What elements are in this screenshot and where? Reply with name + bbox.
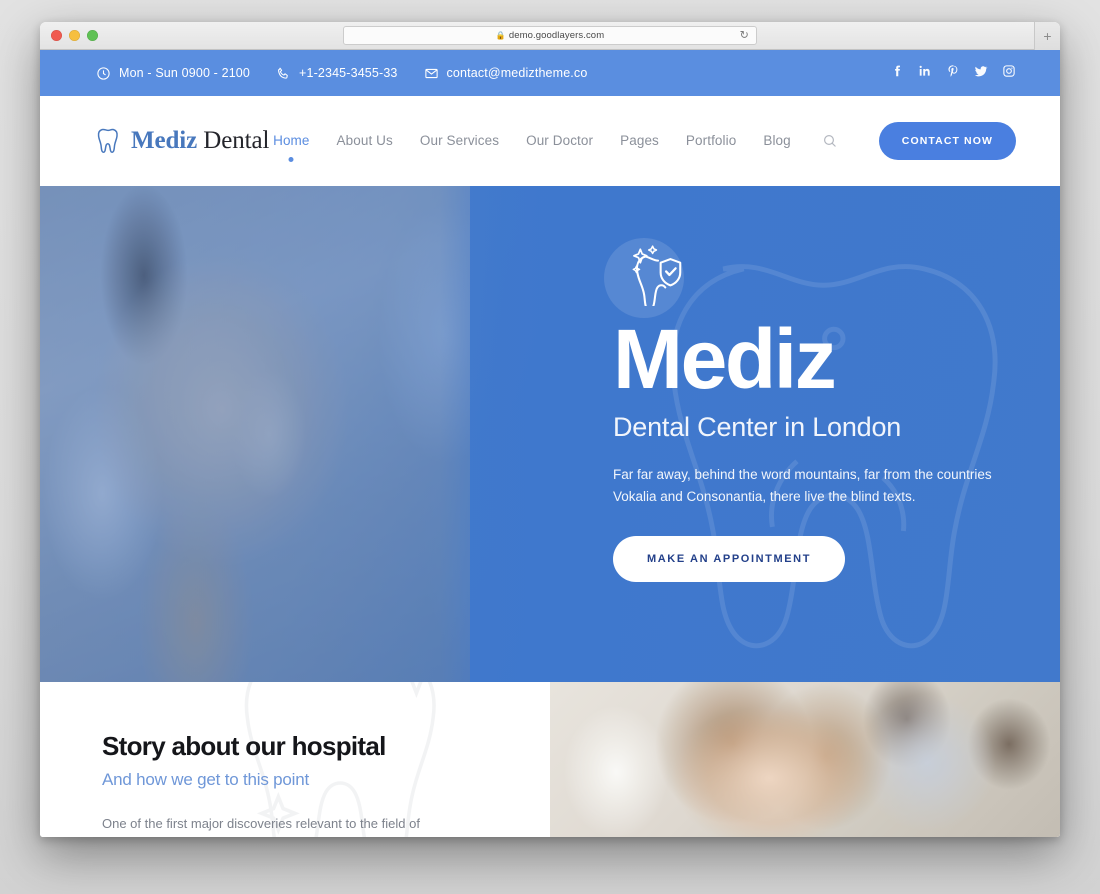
hero-content: Mediz Dental Center in London Far far aw… — [604, 238, 1013, 582]
story-text-column: Story about our hospital And how we get … — [40, 682, 550, 837]
window-traffic-lights — [40, 30, 98, 41]
contact-now-button[interactable]: CONTACT NOW — [878, 122, 1016, 160]
reload-icon[interactable]: ↻ — [740, 30, 749, 41]
browser-chrome-bar: 🔒 demo.goodlayers.com ↻ + — [40, 22, 1060, 50]
nav-item-blog[interactable]: Blog — [763, 133, 790, 150]
story-photo — [550, 682, 1060, 837]
opening-hours: Mon - Sun 0900 - 2100 — [96, 66, 250, 81]
main-navigation: Home About Us Our Services Our Doctor Pa… — [273, 122, 1016, 160]
nav-item-our-doctor[interactable]: Our Doctor — [526, 133, 593, 150]
new-tab-button[interactable]: + — [1034, 22, 1060, 50]
nav-item-about-us[interactable]: About Us — [337, 133, 393, 150]
site-header: Mediz Dental Home About Us Our Services … — [40, 96, 1060, 186]
nav-item-pages[interactable]: Pages — [620, 133, 659, 150]
social-links — [890, 64, 1016, 83]
tooth-icon — [97, 128, 118, 153]
minimize-window-button[interactable] — [69, 30, 80, 41]
linkedin-icon[interactable] — [918, 64, 932, 83]
close-window-button[interactable] — [51, 30, 62, 41]
site-logo[interactable]: Mediz Dental — [96, 125, 269, 157]
hero-title: Mediz — [613, 312, 837, 406]
lock-icon: 🔒 — [495, 31, 506, 40]
pinterest-icon[interactable] — [946, 64, 960, 83]
instagram-icon[interactable] — [1002, 64, 1016, 83]
facebook-icon[interactable] — [890, 64, 904, 83]
email-address[interactable]: contact@mediztheme.co — [424, 66, 588, 81]
story-subtitle: And how we get to this point — [102, 770, 310, 789]
phone-icon — [278, 67, 288, 79]
top-info-contacts: Mon - Sun 0900 - 2100 +1-2345-3455-33 co… — [96, 66, 587, 81]
browser-window: 🔒 demo.goodlayers.com ↻ + Mon - Sun 0900… — [40, 22, 1060, 837]
phone-number-text: +1-2345-3455-33 — [299, 66, 398, 80]
address-bar[interactable]: 🔒 demo.goodlayers.com ↻ — [343, 26, 757, 45]
top-info-bar: Mon - Sun 0900 - 2100 +1-2345-3455-33 co… — [40, 50, 1060, 96]
search-icon[interactable] — [822, 133, 838, 149]
nav-item-our-services[interactable]: Our Services — [420, 133, 499, 150]
site-viewport: Mon - Sun 0900 - 2100 +1-2345-3455-33 co… — [40, 50, 1060, 837]
opening-hours-text: Mon - Sun 0900 - 2100 — [119, 66, 251, 80]
make-an-appointment-button[interactable]: MAKE AN APPOINTMENT — [613, 535, 846, 582]
phone-number[interactable]: +1-2345-3455-33 — [276, 66, 398, 81]
nav-item-home[interactable]: Home — [273, 133, 309, 150]
hero-subtitle: Dental Center in London — [613, 411, 902, 442]
story-title: Story about our hospital — [102, 731, 386, 761]
tooth-shield-sparkle-icon — [632, 245, 682, 306]
twitter-icon[interactable] — [974, 64, 988, 83]
nav-item-portfolio[interactable]: Portfolio — [686, 133, 736, 150]
mail-icon — [424, 68, 438, 78]
address-bar-url: demo.goodlayers.com — [508, 30, 605, 41]
logo-wordmark: Mediz Dental — [131, 127, 269, 155]
story-section: Story about our hospital And how we get … — [40, 682, 1060, 837]
email-address-text: contact@mediztheme.co — [446, 66, 588, 80]
story-body-text: One of the first major discoveries relev… — [102, 816, 420, 831]
hero-description: Far far away, behind the word mountains,… — [613, 466, 992, 504]
logo-secondary-text: Dental — [203, 127, 270, 154]
logo-primary-text: Mediz — [131, 127, 198, 154]
maximize-window-button[interactable] — [87, 30, 98, 41]
hero-gradient-fade — [440, 186, 620, 682]
clock-icon — [97, 66, 110, 80]
hero-section: Mediz Dental Center in London Far far aw… — [40, 186, 1060, 682]
